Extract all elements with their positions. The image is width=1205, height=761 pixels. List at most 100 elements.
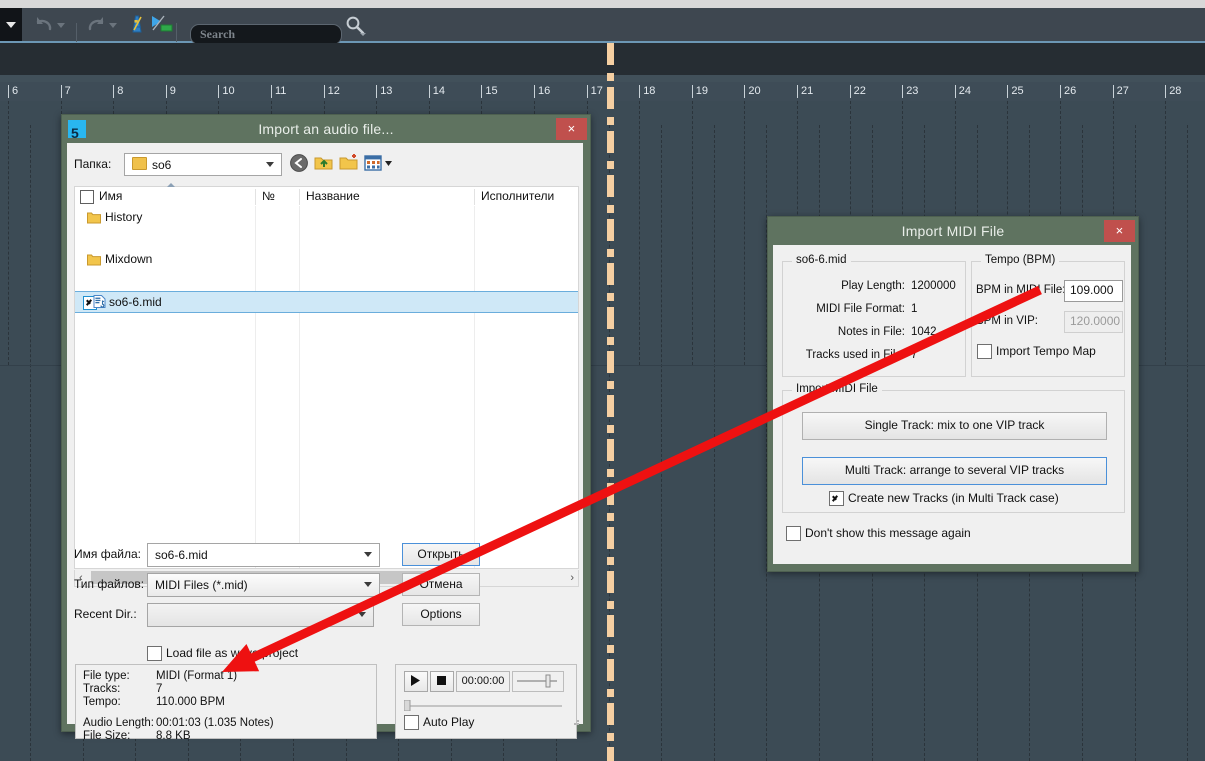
new-folder-icon[interactable] [339,153,360,173]
metronome-icon[interactable] [126,13,152,35]
column-header-title[interactable]: Название [306,189,360,203]
options-button[interactable]: Options [402,603,480,626]
notes-in-file-val: 1042 [911,326,937,338]
file-type-row: Тип файлов: MIDI Files (*.mid) Отмена [74,573,574,597]
ruler-label: 13 [380,85,393,97]
up-folder-icon[interactable] [314,153,335,173]
column-header-artist[interactable]: Исполнители [481,189,554,203]
ruler-label: 6 [12,85,19,97]
list-item[interactable]: so6-6.mid [75,291,578,313]
undo-dropdown-icon[interactable] [55,18,67,40]
redo-dropdown-icon[interactable] [107,18,119,40]
import-midi-file-dialog[interactable]: Import MIDI File × so6-6.mid Play Length… [767,216,1139,572]
grid-line [30,125,31,761]
import-tempo-map-checkbox[interactable] [977,344,992,359]
load-as-wave-label: Load file as wave project [166,646,299,660]
ruler-tick [744,85,746,98]
toolbar-dropdown-caret[interactable] [0,8,22,41]
chevron-down-icon[interactable] [358,612,366,617]
timeline-ruler[interactable]: 6 7 8 9 10 11 12 13 14 15 16 17 18 19 20 21 22 23 24 25 26 27… [0,82,1205,101]
recent-dir-select[interactable] [147,603,374,627]
dont-show-again-label: Don't show this message again [805,526,971,540]
search-input[interactable]: Search [190,24,342,45]
playhead[interactable] [607,43,614,761]
midi-close-button[interactable]: × [1104,220,1135,242]
chevron-down-icon[interactable] [364,582,372,587]
list-item[interactable]: Mixdown [75,249,578,270]
resize-grip[interactable] [571,713,580,725]
bpm-in-midi-input[interactable]: 109.000 [1064,280,1123,302]
audio-length-val: 00:01:03 (1.035 Notes) [156,717,274,729]
load-as-wave-checkbox[interactable] [147,646,162,661]
column-header-name[interactable]: Имя [99,189,122,203]
grid-line [639,101,641,365]
dialog-title-bar: Import an audio file... × [62,115,590,147]
ruler-label: 17 [590,85,603,97]
list-item[interactable]: History [75,207,578,228]
ruler-label: 14 [432,85,446,97]
back-icon[interactable] [289,153,310,173]
cancel-button[interactable]: Отмена [402,573,480,596]
ruler-tick [849,85,851,98]
ruler-label: 12 [327,85,340,97]
ruler-label: 9 [169,85,176,97]
ruler-tick [954,85,956,98]
ruler-tick [271,85,272,98]
position-slider[interactable] [403,698,564,712]
file-name-row: Имя файла: so6-6.mid Открыть [74,543,574,567]
ruler-label: 21 [801,85,814,97]
file-list-header: Имя № Название Исполнители [74,183,579,208]
search-magnifier-icon[interactable] [344,15,370,37]
app-logo-icon [68,119,86,147]
playback-time: 00:00:00 [456,671,510,692]
midi-format-val: 1 [911,303,918,315]
file-type-key: File type: [83,670,130,682]
close-button[interactable]: × [556,118,587,140]
multi-track-button[interactable]: Multi Track: arrange to several VIP trac… [802,457,1107,485]
file-type-select[interactable]: MIDI Files (*.mid) [147,573,380,597]
look-in-label: Папка: [74,157,112,171]
midi-dialog-body: so6-6.mid Play Length: 1200000 MIDI File… [773,245,1131,564]
ruler-label: 20 [748,85,761,97]
chevron-down-icon[interactable] [364,552,372,557]
import-tempo-map-label: Import Tempo Map [996,344,1096,358]
audio-length-key: Audio Length: [83,717,154,729]
list-item-label: Mixdown [105,252,153,266]
select-all-checkbox[interactable] [80,190,94,204]
timeline-dark-band [0,43,1205,75]
midi-file-info-group: so6-6.mid Play Length: 1200000 MIDI File… [782,254,966,377]
play-icon[interactable] [404,671,428,692]
tempo-group: Tempo (BPM) BPM in MIDI File: 109.000 BP… [971,254,1125,377]
file-type-value: MIDI Files (*.mid) [155,578,248,592]
create-new-tracks-checkbox[interactable] [829,491,844,506]
window-top-strip [0,0,1205,8]
tracks-used-key: Tracks used in File: [805,349,905,361]
file-name-label: Имя файла: [74,547,141,561]
dialog-body: Папка: so6 Имя № Название Исполнители Hi… [67,143,583,742]
ruler-label: 11 [275,85,287,97]
view-mode-icon[interactable] [364,153,394,173]
open-button[interactable]: Открыть [402,543,480,566]
volume-slider[interactable] [512,671,564,692]
play-mode-icon[interactable] [150,14,176,36]
ruler-tick [1165,85,1167,98]
midi-format-key: MIDI File Format: [816,303,905,315]
tempo-key: Tempo: [83,696,121,708]
midi-file-icon [93,295,106,308]
column-header-number[interactable]: № [262,189,275,203]
ruler-label: 15 [485,85,498,97]
single-track-button[interactable]: Single Track: mix to one VIP track [802,412,1107,440]
file-name-input[interactable]: so6-6.mid [147,543,380,567]
tempo-val: 110.000 BPM [156,696,225,708]
look-in-combo[interactable]: so6 [124,153,282,176]
folder-icon [87,211,101,224]
dont-show-again-checkbox[interactable] [786,526,801,541]
ruler-tick [165,85,167,98]
auto-play-checkbox[interactable] [404,715,419,730]
file-list[interactable]: History Mixdown so6-6.mid [74,206,579,569]
file-name-value: so6-6.mid [155,548,208,562]
ruler-label: 7 [64,85,71,97]
ruler-label: 8 [117,85,124,97]
import-audio-file-dialog[interactable]: Import an audio file... × Папка: so6 [61,114,591,742]
stop-icon[interactable] [430,671,454,692]
